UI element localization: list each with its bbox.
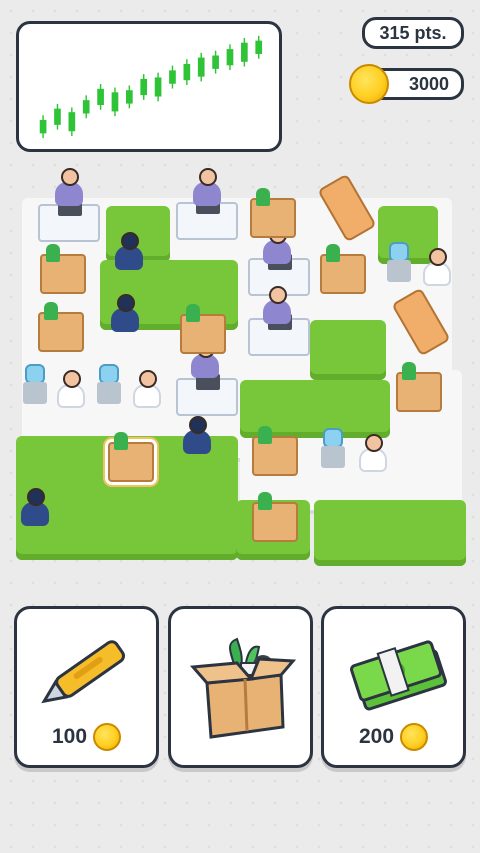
coin-icon: [93, 723, 122, 751]
candle-body: [54, 108, 61, 125]
grass-tile[interactable]: [314, 500, 466, 566]
cutter-price: 100: [17, 723, 156, 751]
points-counter: 315 pts.: [362, 17, 464, 49]
office-box[interactable]: [252, 492, 298, 542]
candle-body: [97, 88, 104, 106]
candle-body: [212, 55, 219, 69]
shop-card-box[interactable]: [168, 606, 313, 768]
candle-body: [68, 112, 76, 132]
security-guard[interactable]: [108, 294, 142, 332]
coin-icon: [349, 64, 389, 104]
water-cooler[interactable]: [320, 428, 346, 468]
coins-value: 3000: [408, 73, 449, 94]
water-cooler[interactable]: [96, 364, 122, 404]
shop-card-cutter[interactable]: 100: [14, 606, 159, 768]
water-cooler[interactable]: [22, 364, 48, 404]
worker[interactable]: [190, 168, 224, 206]
shop-card-cash[interactable]: 200: [321, 606, 466, 768]
utility-knife-icon: [41, 640, 126, 704]
coin-icon: [400, 723, 429, 751]
points-label: 315 pts.: [379, 22, 447, 43]
security-guard[interactable]: [18, 488, 52, 526]
candle-body: [197, 57, 205, 77]
cash-stack-icon: [350, 640, 447, 711]
office-box-selected[interactable]: [108, 432, 154, 482]
candle-body: [169, 70, 176, 84]
candle-body: [126, 90, 133, 104]
candle-body: [226, 49, 234, 66]
office-worker[interactable]: [130, 370, 164, 408]
office-box[interactable]: [180, 304, 226, 354]
candle-body: [241, 42, 248, 62]
stock-chart: [39, 35, 263, 139]
office-worker[interactable]: [54, 370, 88, 408]
office-worker[interactable]: [356, 434, 390, 472]
office-box[interactable]: [396, 362, 442, 412]
candle-body: [154, 77, 162, 97]
office-board: [0, 168, 480, 580]
security-guard[interactable]: [112, 232, 146, 270]
office-desk[interactable]: [176, 198, 238, 240]
office-box[interactable]: [320, 244, 366, 294]
worker[interactable]: [260, 286, 294, 324]
office-desk[interactable]: [176, 374, 238, 416]
water-cooler[interactable]: [386, 242, 412, 282]
candle-body: [183, 63, 191, 81]
candle-body: [111, 92, 119, 112]
grass-tile[interactable]: [310, 320, 386, 380]
worker[interactable]: [52, 168, 86, 206]
stock-chart-panel: [16, 21, 282, 152]
candle-body: [255, 40, 263, 54]
office-box[interactable]: [252, 426, 298, 476]
cash-price: 200: [324, 723, 463, 751]
office-desk[interactable]: [38, 200, 100, 242]
office-box-icon: [189, 637, 297, 739]
candle-body: [82, 100, 90, 114]
security-guard[interactable]: [180, 416, 214, 454]
office-box[interactable]: [38, 302, 84, 352]
office-box[interactable]: [250, 188, 296, 238]
office-box[interactable]: [40, 244, 86, 294]
candle-body: [39, 119, 47, 134]
candle-body: [140, 78, 148, 96]
office-worker[interactable]: [420, 248, 454, 286]
